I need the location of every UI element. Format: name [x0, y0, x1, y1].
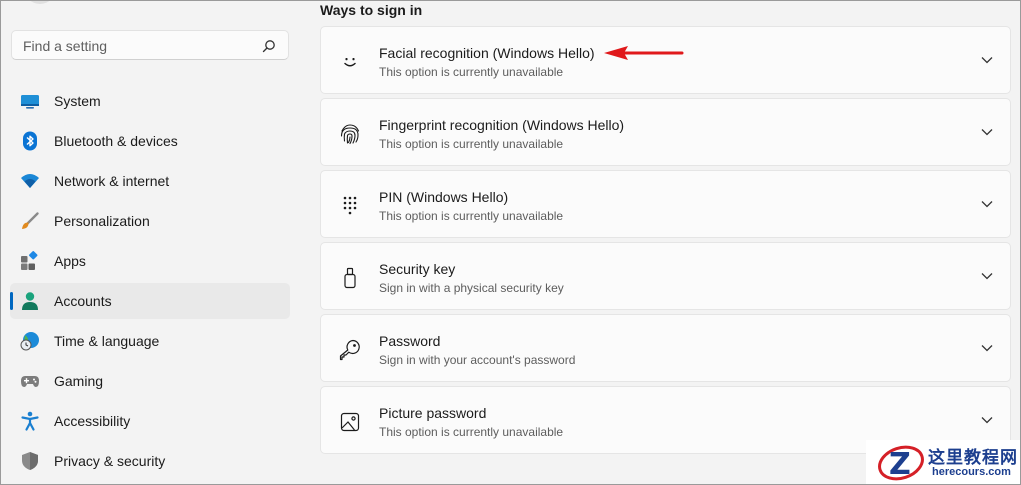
apps-icon	[21, 251, 38, 270]
sidebar-item-label: System	[54, 93, 101, 109]
sidebar-item-accounts[interactable]: Accounts	[10, 283, 290, 319]
picture-icon	[340, 412, 360, 432]
sidebar-item-label: Gaming	[54, 373, 104, 389]
watermark-title: 这里教程网	[928, 448, 1018, 468]
signin-option-password[interactable]: Password Sign in with your account's pas…	[320, 314, 1011, 382]
option-title: PIN (Windows Hello)	[379, 189, 509, 205]
sidebar-item-accessibility[interactable]: Accessibility	[10, 403, 290, 439]
brush-icon	[22, 212, 39, 229]
gamepad-icon	[21, 376, 39, 387]
watermark-url: herecours.com	[932, 466, 1011, 478]
section-title: Ways to sign in	[320, 2, 423, 18]
sidebar-item-label: Accessibility	[54, 413, 131, 429]
pin-keypad-icon	[343, 196, 357, 215]
sidebar-item-time-language[interactable]: Time & language	[10, 323, 290, 359]
sidebar-item-label: Bluetooth & devices	[54, 133, 178, 149]
signin-option-fingerprint[interactable]: Fingerprint recognition (Windows Hello) …	[320, 98, 1011, 166]
sidebar-item-label: Personalization	[54, 213, 150, 229]
wifi-icon	[21, 174, 39, 188]
sidebar-item-bluetooth-devices[interactable]: Bluetooth & devices	[10, 123, 290, 159]
option-subtitle: Sign in with a physical security key	[379, 281, 564, 295]
avatar[interactable]	[24, 0, 56, 4]
sidebar-item-system[interactable]: System	[10, 83, 290, 119]
key-icon	[339, 339, 360, 361]
option-title: Password	[379, 333, 441, 349]
sidebar-item-gaming[interactable]: Gaming	[10, 363, 290, 399]
svg-text:Z: Z	[889, 447, 911, 482]
option-subtitle: This option is currently unavailable	[379, 137, 564, 151]
clock-globe-icon	[20, 332, 39, 351]
search-box[interactable]	[11, 30, 289, 60]
fingerprint-icon	[340, 124, 360, 145]
option-title: Fingerprint recognition (Windows Hello)	[379, 117, 625, 133]
search-icon[interactable]	[262, 39, 276, 53]
option-title: Facial recognition (Windows Hello)	[379, 45, 595, 61]
signin-option-pin[interactable]: PIN (Windows Hello) This option is curre…	[320, 170, 1011, 238]
option-subtitle: This option is currently unavailable	[379, 425, 564, 439]
watermark-logo-icon: Z	[878, 445, 924, 482]
search-input[interactable]	[21, 35, 255, 57]
chevron-down-icon[interactable]	[980, 199, 994, 209]
option-title: Picture password	[379, 405, 487, 421]
usb-key-icon	[344, 267, 356, 289]
sidebar-item-label: Privacy & security	[54, 453, 166, 469]
sidebar-item-apps[interactable]: Apps	[10, 243, 290, 279]
monitor-icon	[21, 95, 39, 109]
chevron-down-icon[interactable]	[980, 55, 994, 65]
sidebar-nav: System Bluetooth & devices Network & int…	[10, 83, 290, 483]
sidebar-item-label: Network & internet	[54, 173, 170, 189]
person-icon	[22, 292, 38, 310]
option-subtitle: Sign in with your account's password	[379, 353, 576, 367]
watermark: Z 这里教程网 herecours.com	[866, 440, 1021, 485]
sidebar-item-privacy-security[interactable]: Privacy & security	[10, 443, 290, 479]
sidebar-item-network-internet[interactable]: Network & internet	[10, 163, 290, 199]
bluetooth-icon	[23, 131, 37, 151]
shield-icon	[22, 452, 38, 470]
sidebar-item-label: Time & language	[54, 333, 160, 349]
chevron-down-icon[interactable]	[980, 127, 994, 137]
option-subtitle: This option is currently unavailable	[379, 209, 564, 223]
signin-option-security-key[interactable]: Security key Sign in with a physical sec…	[320, 242, 1011, 310]
accessibility-icon	[21, 411, 39, 431]
sidebar-item-label: Accounts	[54, 293, 112, 309]
chevron-down-icon[interactable]	[980, 343, 994, 353]
option-subtitle: This option is currently unavailable	[379, 65, 564, 79]
sidebar-item-label: Apps	[54, 253, 86, 269]
chevron-down-icon[interactable]	[980, 271, 994, 281]
sidebar-item-personalization[interactable]: Personalization	[10, 203, 290, 239]
chevron-down-icon[interactable]	[980, 415, 994, 425]
smiley-face-icon	[344, 58, 356, 67]
red-arrow-annotation	[604, 46, 684, 60]
option-title: Security key	[379, 261, 456, 277]
